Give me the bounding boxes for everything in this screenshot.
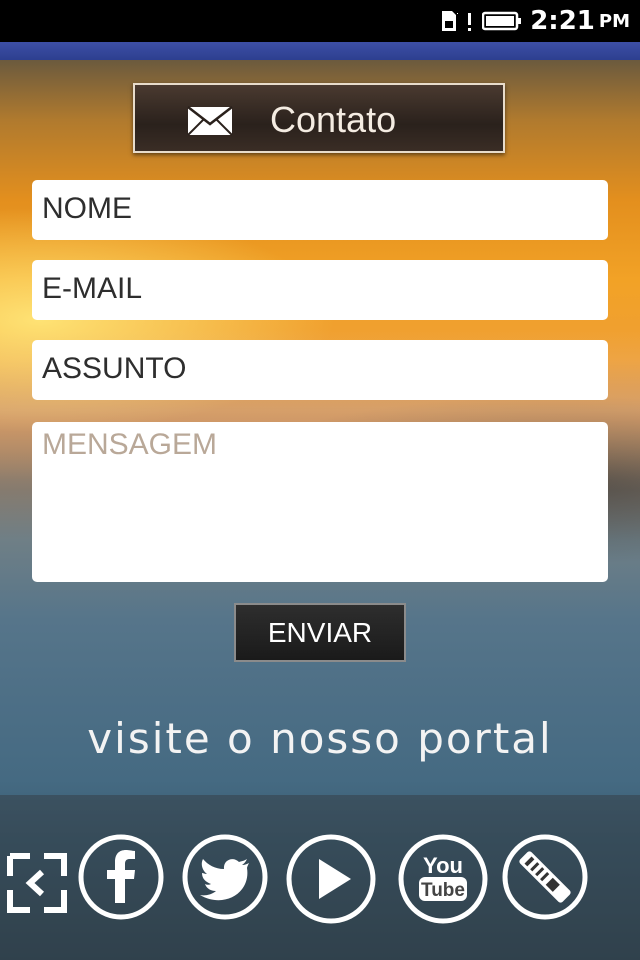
youtube-icon[interactable]: You Tube — [397, 833, 489, 925]
contact-header-button[interactable]: Contato — [133, 83, 505, 153]
youtube-word-you: You — [423, 853, 463, 878]
envelope-icon — [187, 106, 233, 136]
clock-ampm: PM — [598, 10, 630, 32]
play-icon[interactable] — [285, 833, 377, 925]
title-accent-strip — [0, 42, 640, 60]
clock: 2:21 — [530, 6, 595, 36]
status-bar: 2:21 PM — [0, 0, 640, 42]
subject-field[interactable]: ASSUNTO — [32, 340, 608, 400]
facebook-icon[interactable] — [77, 833, 165, 921]
twitter-icon[interactable] — [181, 833, 269, 921]
alert-icon — [468, 13, 472, 31]
back-icon[interactable] — [4, 850, 70, 916]
remote-icon[interactable] — [501, 833, 589, 921]
page-title: Contato — [270, 99, 397, 140]
name-field[interactable]: NOME — [32, 180, 608, 240]
message-field[interactable]: MENSAGEM — [32, 422, 608, 582]
youtube-word-tube: Tube — [421, 880, 465, 901]
send-button[interactable]: ENVIAR — [234, 603, 406, 662]
battery-icon — [482, 11, 522, 31]
portal-link-text: visite o nosso portal — [87, 714, 553, 763]
email-field[interactable]: E-MAIL — [32, 260, 608, 320]
sim-icon — [442, 11, 459, 31]
status-icons: 2:21 PM — [440, 0, 630, 42]
